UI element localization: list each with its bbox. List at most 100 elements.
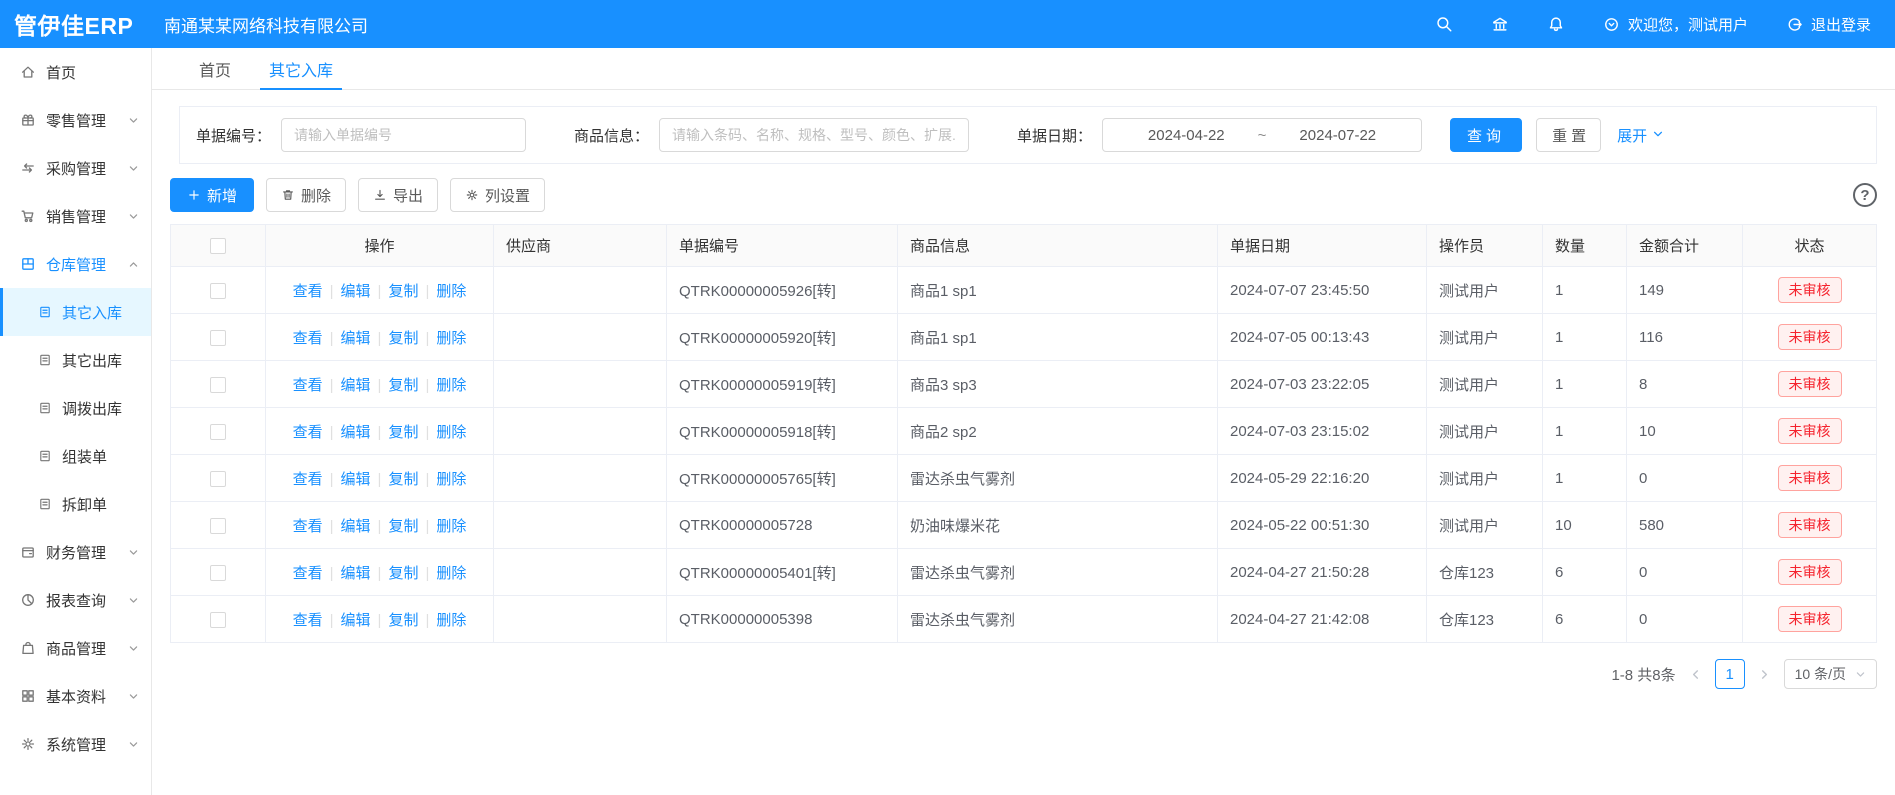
action-delete[interactable]: 删除 [436, 518, 466, 535]
action-edit[interactable]: 编辑 [341, 377, 371, 394]
action-delete[interactable]: 删除 [436, 330, 466, 347]
action-view[interactable]: 查看 [293, 330, 323, 347]
date-range-input[interactable]: 2024-04-22 ~ 2024-07-22 [1102, 118, 1422, 152]
action-edit[interactable]: 编辑 [341, 424, 371, 441]
search-icon[interactable] [1435, 15, 1453, 33]
page-number-button[interactable]: 1 [1715, 659, 1745, 689]
action-view[interactable]: 查看 [293, 518, 323, 535]
select-all-checkbox[interactable] [210, 238, 226, 254]
tab-other-inbound[interactable]: 其它入库 [250, 48, 352, 89]
bank-icon[interactable] [1491, 15, 1509, 33]
action-delete[interactable]: 删除 [436, 565, 466, 582]
sidebar-item-report[interactable]: 报表查询 [0, 576, 151, 624]
action-delete[interactable]: 删除 [436, 471, 466, 488]
prev-page-button[interactable] [1686, 668, 1705, 681]
action-view[interactable]: 查看 [293, 612, 323, 629]
next-page-button[interactable] [1755, 668, 1774, 681]
row-checkbox[interactable] [210, 518, 226, 534]
action-edit[interactable]: 编辑 [341, 518, 371, 535]
pie-icon [20, 592, 36, 608]
column-settings-button[interactable]: 列设置 [450, 178, 545, 212]
sidebar-item-goods[interactable]: 商品管理 [0, 624, 151, 672]
action-separator: | [425, 377, 429, 394]
doc-icon [38, 401, 52, 415]
sidebar-item-home[interactable]: 首页 [0, 48, 151, 96]
action-view[interactable]: 查看 [293, 424, 323, 441]
search-button[interactable]: 查询 [1450, 118, 1522, 152]
sidebar-item-finance[interactable]: 财务管理 [0, 528, 151, 576]
action-edit[interactable]: 编辑 [341, 612, 371, 629]
cell-operator: 测试用户 [1427, 314, 1543, 361]
row-checkbox-cell [171, 502, 266, 549]
action-copy[interactable]: 复制 [388, 612, 418, 629]
expand-link[interactable]: 展开 [1617, 125, 1664, 146]
action-separator: | [425, 424, 429, 441]
sidebar-subitem-other-outbound[interactable]: 其它出库 [0, 336, 151, 384]
welcome-user-menu[interactable]: 欢迎您，测试用户 [1603, 14, 1748, 35]
sidebar-subitem-transfer-outbound[interactable]: 调拨出库 [0, 384, 151, 432]
app-logo[interactable]: 管伊佳ERP [0, 7, 152, 41]
row-checkbox[interactable] [210, 283, 226, 299]
reset-button[interactable]: 重置 [1536, 118, 1601, 152]
action-copy[interactable]: 复制 [388, 283, 418, 300]
tab-home[interactable]: 首页 [180, 48, 250, 89]
action-delete[interactable]: 删除 [436, 424, 466, 441]
action-copy[interactable]: 复制 [388, 330, 418, 347]
cell-bill-date: 2024-07-07 23:45:50 [1218, 267, 1427, 314]
action-view[interactable]: 查看 [293, 471, 323, 488]
add-button[interactable]: 新增 [170, 178, 254, 212]
delete-button[interactable]: 删除 [266, 178, 346, 212]
cell-goods-info: 雷达杀虫气雾剂 [898, 455, 1218, 502]
user-circle-icon [1603, 16, 1620, 33]
status-badge: 未审核 [1778, 418, 1842, 444]
bill-no-input[interactable] [281, 118, 526, 152]
sidebar-item-retail[interactable]: 零售管理 [0, 96, 151, 144]
action-copy[interactable]: 复制 [388, 471, 418, 488]
action-delete[interactable]: 删除 [436, 377, 466, 394]
goods-info-input[interactable] [659, 118, 969, 152]
sidebar-item-warehouse[interactable]: 仓库管理 [0, 240, 151, 288]
sidebar-item-purchase[interactable]: 采购管理 [0, 144, 151, 192]
action-copy[interactable]: 复制 [388, 424, 418, 441]
action-copy[interactable]: 复制 [388, 377, 418, 394]
row-checkbox[interactable] [210, 471, 226, 487]
sidebar-item-basic[interactable]: 基本资料 [0, 672, 151, 720]
row-checkbox[interactable] [210, 424, 226, 440]
action-edit[interactable]: 编辑 [341, 283, 371, 300]
date-range-separator: ~ [1258, 127, 1267, 144]
sidebar-item-sales[interactable]: 销售管理 [0, 192, 151, 240]
action-separator: | [378, 518, 382, 535]
swap-icon [20, 160, 36, 176]
status-badge: 未审核 [1778, 324, 1842, 350]
records-table: 操作 供应商 单据编号 商品信息 单据日期 操作员 数量 金额合计 状态 查看|… [170, 224, 1877, 643]
help-button[interactable]: ? [1853, 183, 1877, 207]
action-view[interactable]: 查看 [293, 377, 323, 394]
row-checkbox[interactable] [210, 565, 226, 581]
action-edit[interactable]: 编辑 [341, 330, 371, 347]
action-edit[interactable]: 编辑 [341, 471, 371, 488]
col-actions: 操作 [266, 225, 494, 267]
row-checkbox[interactable] [210, 612, 226, 628]
column-settings-label: 列设置 [485, 185, 530, 206]
sidebar-item-system[interactable]: 系统管理 [0, 720, 151, 768]
action-view[interactable]: 查看 [293, 283, 323, 300]
row-checkbox[interactable] [210, 377, 226, 393]
action-copy[interactable]: 复制 [388, 565, 418, 582]
gear-icon [20, 736, 36, 752]
sidebar-subitem-disassembly[interactable]: 拆卸单 [0, 480, 151, 528]
action-view[interactable]: 查看 [293, 565, 323, 582]
logout-button[interactable]: 退出登录 [1786, 14, 1871, 35]
action-copy[interactable]: 复制 [388, 518, 418, 535]
action-edit[interactable]: 编辑 [341, 565, 371, 582]
row-checkbox-cell [171, 455, 266, 502]
action-delete[interactable]: 删除 [436, 612, 466, 629]
export-button[interactable]: 导出 [358, 178, 438, 212]
sidebar-subitem-label: 组装单 [62, 446, 107, 467]
sidebar-subitem-other-inbound[interactable]: 其它入库 [0, 288, 151, 336]
action-delete[interactable]: 删除 [436, 283, 466, 300]
bell-icon[interactable] [1547, 15, 1565, 33]
row-checkbox-cell [171, 408, 266, 455]
page-size-select[interactable]: 10 条/页 [1784, 659, 1877, 689]
row-checkbox[interactable] [210, 330, 226, 346]
sidebar-subitem-assembly[interactable]: 组装单 [0, 432, 151, 480]
